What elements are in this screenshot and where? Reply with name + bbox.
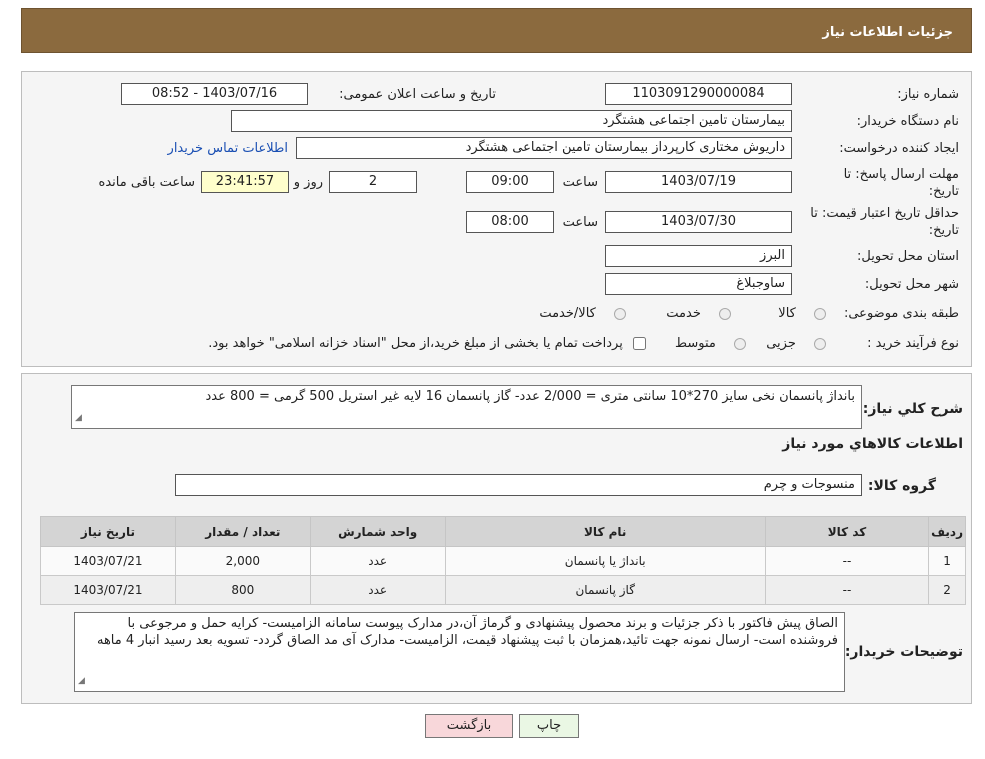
cell-item-code: --: [764, 575, 930, 605]
creator-field: داریوش مختاری کارپرداز بیمارستان تامین ا…: [296, 137, 792, 159]
days-field: 2: [329, 171, 417, 193]
cell-need-date: 1403/07/21: [40, 575, 176, 605]
table-row: 2 -- گاز پانسمان عدد 800 1403/07/21: [40, 575, 966, 605]
cell-unit: عدد: [309, 575, 446, 605]
cell-item-code: --: [764, 546, 930, 576]
col-item-name: نام کالا: [444, 516, 766, 547]
need-number-field: 1103091290000084: [605, 83, 792, 105]
goods-group-label: گروه کالا:: [867, 478, 936, 494]
col-need-date: تاریخ نیاز: [40, 516, 176, 547]
radio-icon[interactable]: [814, 307, 826, 320]
goods-table: ردیف کد کالا نام کالا واحد شمارش تعداد /…: [40, 516, 966, 605]
price-time-label: ساعت: [562, 215, 598, 230]
city-label: شهر محل تحویل:: [864, 277, 959, 292]
reply-date-field: 1403/07/19: [605, 171, 792, 193]
city-field: ساوجبلاغ: [605, 273, 792, 295]
resize-grip-icon[interactable]: ◢: [78, 673, 85, 690]
process-option-medium[interactable]: متوسط: [675, 336, 746, 351]
goods-details-panel: شرح کلي نياز: بانداژ پانسمان نخی سایز 27…: [21, 373, 972, 704]
category-option-service[interactable]: خدمت: [666, 306, 731, 321]
cell-row-number: 1: [928, 546, 966, 576]
cell-need-date: 1403/07/21: [40, 546, 176, 576]
announce-datetime-label: تاریخ و ساعت اعلان عمومی:: [339, 87, 496, 102]
reply-time-label: ساعت: [562, 175, 598, 190]
back-button[interactable]: بازگشت: [425, 714, 513, 738]
page-title: جزئیات اطلاعات نیاز: [822, 25, 953, 40]
announce-datetime-field: 1403/07/16 - 08:52: [121, 83, 308, 105]
resize-grip-icon[interactable]: ◢: [75, 410, 82, 427]
cell-item-name: گاز پانسمان: [444, 575, 766, 605]
price-time-field: 08:00: [466, 211, 554, 233]
remaining-time-label: ساعت باقی مانده: [98, 175, 195, 190]
buyer-notes-label: توضیحات خریدار:: [844, 644, 963, 660]
buyer-org-label: نام دستگاه خریدار:: [856, 114, 959, 129]
cell-item-name: بانداژ یا پانسمان: [444, 546, 766, 576]
price-date-field: 1403/07/30: [605, 211, 792, 233]
col-row-number: ردیف: [928, 516, 966, 547]
remaining-time-field: 23:41:57: [201, 171, 289, 193]
treasury-docs-checkbox[interactable]: [633, 337, 646, 350]
goods-info-title: اطلاعات کالاهاي مورد نياز: [782, 436, 963, 452]
cell-quantity: 800: [174, 575, 311, 605]
col-unit: واحد شمارش: [309, 516, 446, 547]
reply-time-field: 09:00: [466, 171, 554, 193]
province-field: البرز: [605, 245, 792, 267]
radio-icon[interactable]: [614, 307, 626, 320]
col-quantity: تعداد / مقدار: [174, 516, 311, 547]
treasury-docs-note: پرداخت تمام یا بخشی از مبلغ خرید،از محل …: [208, 336, 646, 351]
category-label: طبقه بندی موضوعی:: [843, 306, 959, 321]
print-button[interactable]: چاپ: [519, 714, 579, 738]
category-option-goods[interactable]: کالا: [778, 306, 826, 321]
price-validity-label: حداقل تاریخ اعتبار قیمت: تا تاریخ:: [810, 206, 959, 238]
need-info-panel: شماره نیاز: 1103091290000084 تاریخ و ساع…: [21, 71, 972, 367]
cell-unit: عدد: [309, 546, 446, 576]
creator-label: ایجاد کننده درخواست:: [839, 141, 959, 156]
buyer-contact-link[interactable]: اطلاعات تماس خریدار: [168, 141, 288, 156]
summary-label: شرح کلي نياز:: [862, 401, 963, 417]
radio-icon[interactable]: [719, 307, 731, 320]
radio-icon[interactable]: [734, 337, 746, 350]
radio-icon[interactable]: [814, 337, 826, 350]
days-label: روز و: [293, 175, 323, 190]
goods-group-field: منسوجات و چرم: [175, 474, 862, 496]
page-header: جزئیات اطلاعات نیاز: [21, 8, 972, 53]
buyer-org-field: بیمارستان تامین اجتماعی هشتگرد: [231, 110, 792, 132]
cell-row-number: 2: [928, 575, 966, 605]
cell-quantity: 2,000: [174, 546, 311, 576]
col-item-code: کد کالا: [764, 516, 930, 547]
goods-table-header: ردیف کد کالا نام کالا واحد شمارش تعداد /…: [40, 516, 966, 547]
table-row: 1 -- بانداژ یا پانسمان عدد 2,000 1403/07…: [40, 546, 966, 576]
need-number-label: شماره نیاز:: [897, 87, 959, 102]
summary-textarea[interactable]: بانداژ پانسمان نخی سایز 270*10 سانتی متر…: [71, 385, 862, 429]
province-label: استان محل تحویل:: [857, 249, 959, 264]
buyer-notes-textarea[interactable]: الصاق پیش فاکتور با ذکر جزئیات و برند مح…: [74, 612, 845, 692]
category-option-goods-service[interactable]: کالا/خدمت: [539, 306, 626, 321]
reply-deadline-label: مهلت ارسال پاسخ: تا تاریخ:: [843, 167, 959, 199]
process-option-minor[interactable]: جزیی: [766, 336, 826, 351]
process-type-label: نوع فرآیند خرید :: [867, 336, 959, 351]
